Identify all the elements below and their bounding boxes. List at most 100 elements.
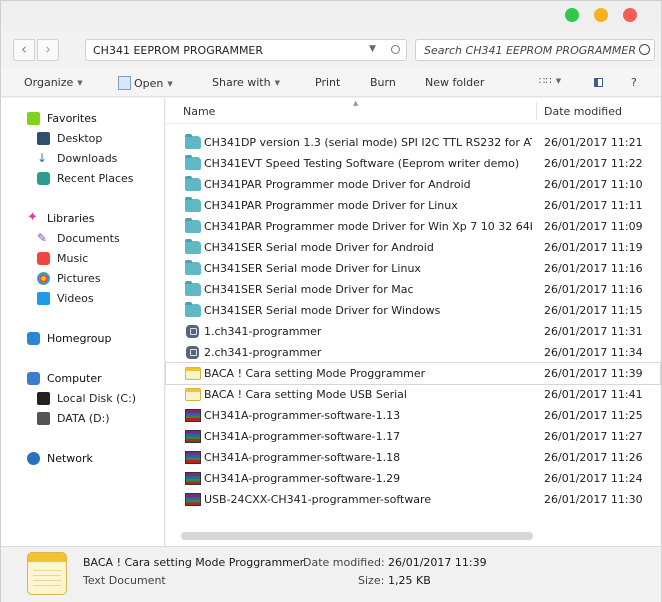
file-row[interactable]: CH341SER Serial mode Driver for Linux 26/… xyxy=(166,258,660,279)
explorer-window: ‹ › CH341 EEPROM PROGRAMMER ▼ Search CH3… xyxy=(0,0,662,602)
text-file-icon xyxy=(185,367,201,380)
search-icon[interactable] xyxy=(639,44,650,55)
navigation-pane: Favorites Desktop ↓ Downloads Recent Pla… xyxy=(1,98,165,546)
file-name: CH341A-programmer-software-1.13 xyxy=(204,409,401,422)
drive-icon xyxy=(37,392,50,405)
file-date-modified: 26/01/2017 11:16 xyxy=(544,283,643,296)
forward-button[interactable]: › xyxy=(37,39,59,61)
file-name: CH341A-programmer-software-1.17 xyxy=(204,430,401,443)
file-row[interactable]: 1.ch341-programmer 26/01/2017 11:31 xyxy=(166,321,660,342)
back-button[interactable]: ‹ xyxy=(13,39,35,61)
videos-icon xyxy=(37,292,50,305)
organize-menu[interactable]: Organize ▼ xyxy=(24,76,83,89)
computer-icon xyxy=(27,372,40,385)
documents-icon: ✎ xyxy=(37,231,48,245)
file-row[interactable]: CH341A-programmer-software-1.18 26/01/201… xyxy=(166,447,660,468)
file-name: CH341PAR Programmer mode Driver for Win … xyxy=(204,220,532,233)
folder-icon xyxy=(185,155,201,170)
command-bar: Organize ▼ Open ▼ Share with ▼ Print Burn N… xyxy=(1,67,661,97)
file-name: CH341PAR Programmer mode Driver for Linu… xyxy=(204,199,458,212)
file-row[interactable]: CH341PAR Programmer mode Driver for Linu… xyxy=(166,195,660,216)
nav-network-label: Network xyxy=(47,452,93,465)
column-name[interactable]: Name xyxy=(183,105,215,118)
file-row[interactable]: CH341PAR Programmer mode Driver for Win … xyxy=(166,216,660,237)
file-row[interactable]: CH341SER Serial mode Driver for Mac 26/01… xyxy=(166,279,660,300)
application-icon xyxy=(186,325,199,338)
details-file-type: Text Document xyxy=(83,574,166,587)
search-placeholder: Search CH341 EEPROM PROGRAMMER xyxy=(424,44,636,57)
details-date-value: 26/01/2017 11:39 xyxy=(388,556,487,569)
column-header-row: ▲ Name Date modified xyxy=(166,98,660,124)
file-row[interactable]: CH341SER Serial mode Driver for Android 2… xyxy=(166,237,660,258)
file-row[interactable]: CH341EVT Speed Testing Software (Eeprom … xyxy=(166,153,660,174)
file-name: USB-24CXX-CH341-programmer-software xyxy=(204,493,432,506)
new-folder-button[interactable]: New folder xyxy=(425,76,484,89)
chevron-down-icon: ▼ xyxy=(77,79,83,87)
address-row: ‹ › CH341 EEPROM PROGRAMMER ▼ Search CH3… xyxy=(1,31,661,67)
file-date-modified: 26/01/2017 11:09 xyxy=(544,220,643,233)
file-date-modified: 26/01/2017 11:41 xyxy=(544,388,643,401)
drive-icon xyxy=(37,412,50,425)
file-date-modified: 26/01/2017 11:15 xyxy=(544,304,643,317)
folder-icon xyxy=(185,239,201,254)
minimize-button[interactable] xyxy=(594,8,608,22)
burn-button[interactable]: Burn xyxy=(370,76,396,89)
star-icon xyxy=(27,112,40,125)
column-divider[interactable] xyxy=(536,102,537,120)
nav-music-label: Music xyxy=(57,252,89,265)
file-name: 2.ch341-programmer xyxy=(204,346,322,359)
open-button[interactable]: Open ▼ xyxy=(118,76,173,90)
search-input[interactable]: Search CH341 EEPROM PROGRAMMER xyxy=(415,39,655,61)
text-file-icon xyxy=(185,388,201,401)
file-row[interactable]: CH341A-programmer-software-1.17 26/01/201… xyxy=(166,426,660,447)
file-date-modified: 26/01/2017 11:30 xyxy=(544,493,643,506)
nav-computer-label: Computer xyxy=(47,372,102,385)
preview-pane-icon[interactable] xyxy=(594,78,603,87)
address-dropdown-icon[interactable]: ▼ xyxy=(369,44,376,54)
file-row[interactable]: BACA ! Cara setting Mode USB Serial 26/01… xyxy=(166,384,660,405)
file-date-modified: 26/01/2017 11:19 xyxy=(544,241,643,254)
chevron-left-icon: ‹ xyxy=(21,40,27,58)
title-bar xyxy=(1,1,661,31)
file-name: CH341SER Serial mode Driver for Android xyxy=(204,241,434,254)
share-with-menu[interactable]: Share with ▼ xyxy=(212,76,280,89)
winrar-archive-icon xyxy=(185,430,201,443)
file-row[interactable]: CH341SER Serial mode Driver for Windows 2… xyxy=(166,300,660,321)
nav-recent-places-label: Recent Places xyxy=(57,172,134,185)
change-view-button[interactable]: ∷∷ ▼ xyxy=(539,76,561,87)
file-row[interactable]: USB-24CXX-CH341-programmer-software 26/01… xyxy=(166,489,660,510)
application-icon xyxy=(186,346,199,359)
refresh-icon[interactable] xyxy=(391,45,400,54)
details-size-label: Size: xyxy=(358,574,385,587)
file-row[interactable]: BACA ! Cara setting Mode Proggrammer 26/0… xyxy=(165,362,661,385)
winrar-archive-icon xyxy=(185,493,201,506)
print-button[interactable]: Print xyxy=(315,76,340,89)
file-date-modified: 26/01/2017 11:10 xyxy=(544,178,643,191)
file-row[interactable]: CH341PAR Programmer mode Driver for Andr… xyxy=(166,174,660,195)
file-row[interactable]: CH341DP version 1.3 (serial mode) SPI I2… xyxy=(166,132,660,153)
file-name: CH341SER Serial mode Driver for Mac xyxy=(204,283,414,296)
address-bar[interactable]: CH341 EEPROM PROGRAMMER ▼ xyxy=(85,39,407,61)
folder-icon xyxy=(185,260,201,275)
open-label: Open xyxy=(134,77,164,90)
download-arrow-icon: ↓ xyxy=(37,151,48,165)
help-button[interactable]: ? xyxy=(631,76,637,89)
column-date-modified[interactable]: Date modified xyxy=(544,105,622,118)
file-name: CH341PAR Programmer mode Driver for Andr… xyxy=(204,178,471,191)
nav-data-d-label: DATA (D:) xyxy=(57,412,110,425)
folder-icon xyxy=(185,197,201,212)
file-date-modified: 26/01/2017 11:25 xyxy=(544,409,643,422)
file-date-modified: 26/01/2017 11:31 xyxy=(544,325,643,338)
file-name: CH341SER Serial mode Driver for Linux xyxy=(204,262,421,275)
maximize-button[interactable] xyxy=(565,8,579,22)
file-row[interactable]: CH341A-programmer-software-1.13 26/01/201… xyxy=(166,405,660,426)
details-file-name: BACA ! Cara setting Mode Proggrammer xyxy=(83,556,305,569)
file-name: CH341DP version 1.3 (serial mode) SPI I2… xyxy=(204,136,532,149)
nav-downloads-label: Downloads xyxy=(57,152,118,165)
close-button[interactable] xyxy=(623,8,637,22)
file-name: BACA ! Cara setting Mode Proggrammer xyxy=(204,367,426,380)
file-row[interactable]: CH341A-programmer-software-1.29 26/01/201… xyxy=(166,468,660,489)
file-row[interactable]: 2.ch341-programmer 26/01/2017 11:34 xyxy=(166,342,660,363)
horizontal-scrollbar[interactable] xyxy=(181,532,533,540)
file-date-modified: 26/01/2017 11:26 xyxy=(544,451,643,464)
